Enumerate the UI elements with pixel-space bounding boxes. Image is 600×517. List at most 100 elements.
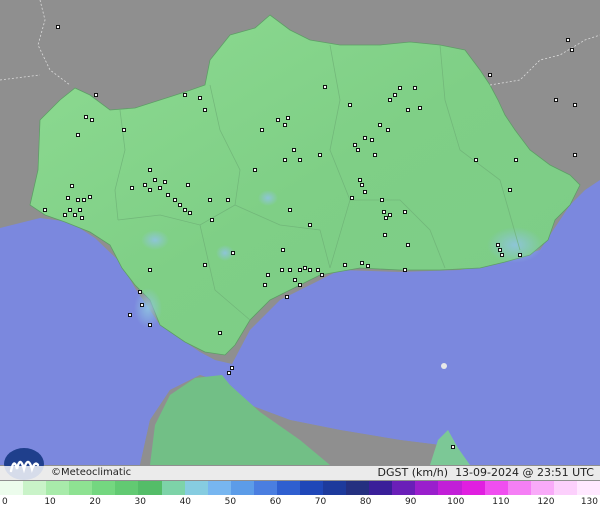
station-marker	[208, 198, 212, 202]
legend-tick-label: 70	[314, 497, 327, 507]
station-marker	[210, 218, 214, 222]
station-marker	[280, 268, 284, 272]
station-marker	[386, 128, 390, 132]
station-marker	[370, 138, 374, 142]
legend-swatch	[323, 481, 347, 495]
station-marker	[63, 213, 67, 217]
station-marker	[373, 153, 377, 157]
legend-tick-label: 40	[179, 497, 192, 507]
legend-swatch	[484, 481, 508, 495]
station-marker	[358, 178, 362, 182]
station-marker	[148, 323, 152, 327]
station-marker	[283, 158, 287, 162]
station-marker	[70, 184, 74, 188]
station-marker	[198, 96, 202, 100]
gust-hotspot-west	[141, 230, 169, 250]
station-marker	[166, 193, 170, 197]
station-marker	[227, 371, 231, 375]
station-marker	[413, 86, 417, 90]
station-marker	[406, 108, 410, 112]
legend-swatch	[369, 481, 393, 495]
station-marker	[360, 261, 364, 265]
gust-hotspot-cadiz	[134, 288, 162, 328]
legend-swatch	[461, 481, 485, 495]
station-marker	[308, 223, 312, 227]
station-marker	[253, 168, 257, 172]
legend-tick-label: 0	[2, 497, 8, 507]
station-marker	[403, 210, 407, 214]
station-marker	[285, 295, 289, 299]
station-marker	[316, 268, 320, 272]
station-marker	[348, 103, 352, 107]
station-marker	[143, 183, 147, 187]
station-marker	[388, 98, 392, 102]
station-marker	[281, 248, 285, 252]
station-marker	[343, 263, 347, 267]
legend-swatch	[23, 481, 47, 495]
timestamp: 13-09-2024 @ 23:51 UTC	[455, 466, 594, 479]
product-timestamp-label: DGST (km/h) 13-09-2024 @ 23:51 UTC	[378, 466, 594, 480]
station-marker	[393, 93, 397, 97]
legend-swatch	[392, 481, 416, 495]
color-legend: 0 10 20 30 40 50 60 70 80 90 100 110 120 130	[0, 481, 600, 517]
station-marker	[148, 168, 152, 172]
legend-swatch	[161, 481, 185, 495]
station-marker	[388, 213, 392, 217]
station-marker	[43, 208, 47, 212]
legend-swatch	[138, 481, 162, 495]
station-marker	[68, 208, 72, 212]
legend-color-bar	[0, 481, 600, 495]
station-marker	[288, 208, 292, 212]
station-marker	[496, 243, 500, 247]
legend-swatch	[507, 481, 531, 495]
station-marker	[73, 213, 77, 217]
station-marker	[183, 93, 187, 97]
station-marker	[78, 208, 82, 212]
station-marker	[148, 268, 152, 272]
station-marker	[298, 158, 302, 162]
station-marker	[90, 118, 94, 122]
station-marker	[318, 153, 322, 157]
station-marker	[518, 253, 522, 257]
legend-tick-label: 100	[447, 497, 465, 507]
legend-swatch	[438, 481, 462, 495]
station-marker	[84, 115, 88, 119]
station-marker	[366, 264, 370, 268]
station-marker	[398, 86, 402, 90]
station-marker	[76, 133, 80, 137]
legend-swatch	[415, 481, 439, 495]
legend-swatch	[207, 481, 231, 495]
station-marker	[573, 153, 577, 157]
legend-tick-label: 10	[44, 497, 56, 507]
station-marker	[308, 268, 312, 272]
station-marker	[260, 128, 264, 132]
station-marker	[566, 38, 570, 42]
station-marker	[80, 216, 84, 220]
legend-swatch	[553, 481, 577, 495]
station-marker	[122, 128, 126, 132]
legend-swatch	[576, 481, 600, 495]
station-marker	[153, 178, 157, 182]
legend-swatch	[230, 481, 254, 495]
station-marker	[350, 196, 354, 200]
station-marker	[203, 108, 207, 112]
station-marker	[230, 366, 234, 370]
legend-tick-label: 60	[269, 497, 282, 507]
station-marker	[178, 203, 182, 207]
copyright-label: ©Meteoclimatic	[51, 467, 132, 478]
legend-tick-label: 50	[224, 497, 237, 507]
product-name: DGST (km/h)	[377, 466, 449, 479]
station-marker	[451, 445, 455, 449]
station-marker	[320, 273, 324, 277]
gust-hotspot-cordoba	[258, 190, 278, 206]
station-marker	[378, 123, 382, 127]
legend-swatch	[92, 481, 116, 495]
station-marker	[380, 198, 384, 202]
station-marker	[56, 25, 60, 29]
station-marker	[288, 268, 292, 272]
legend-swatch	[0, 481, 24, 495]
station-marker	[231, 251, 235, 255]
station-marker	[384, 216, 388, 220]
station-marker	[130, 186, 134, 190]
station-marker	[76, 198, 80, 202]
